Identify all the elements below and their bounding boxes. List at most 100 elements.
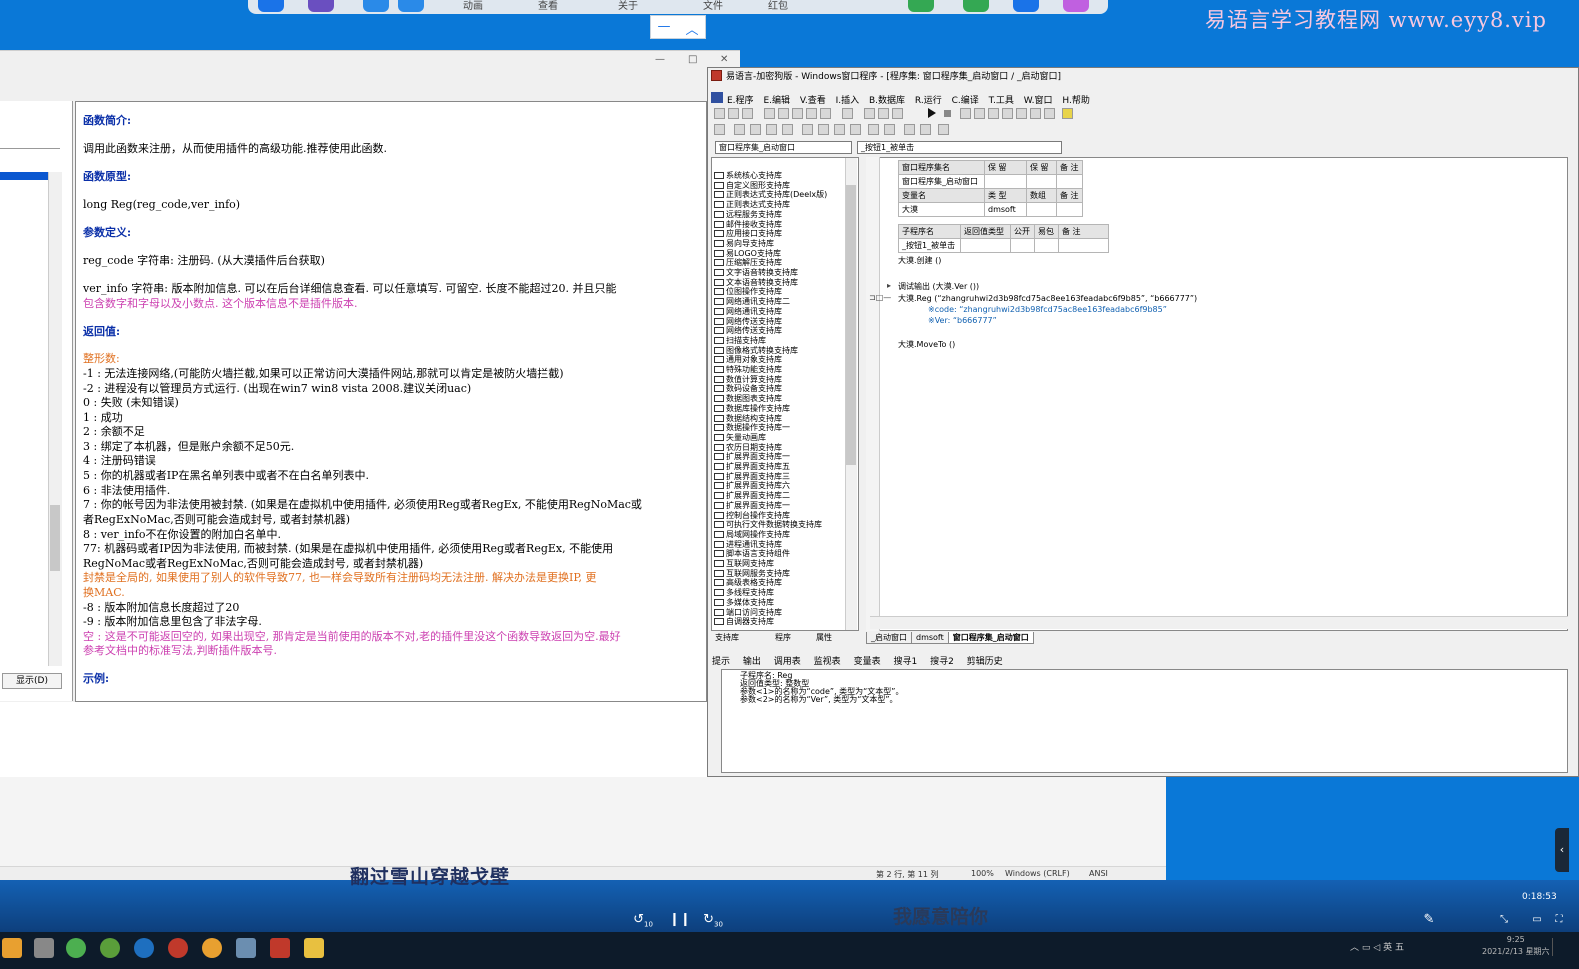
save-icon[interactable]: [742, 108, 753, 119]
library-item[interactable]: 进程通讯支持库: [714, 540, 782, 550]
open-icon[interactable]: [728, 108, 739, 119]
debug-icon[interactable]: [988, 108, 999, 119]
table-cell[interactable]: 窗口程序集_启动窗口: [898, 174, 985, 189]
assembly-combo[interactable]: 窗口程序集_启动窗口: [715, 141, 852, 154]
layout-icon[interactable]: [864, 108, 875, 119]
library-item[interactable]: 网络通讯支持库二: [714, 297, 790, 307]
paste-icon[interactable]: [792, 108, 803, 119]
app-icon[interactable]: [100, 938, 120, 958]
redo-icon[interactable]: [806, 108, 817, 119]
library-item[interactable]: 多线程支持库: [714, 588, 774, 598]
resize-icon[interactable]: ⤡: [1497, 914, 1511, 925]
align-icon[interactable]: [766, 124, 777, 135]
app-icon[interactable]: [236, 938, 256, 958]
tab-call-table[interactable]: 调用表: [774, 657, 801, 667]
toolbar-item[interactable]: 文件: [703, 0, 723, 12]
start-icon[interactable]: [2, 938, 22, 958]
library-item[interactable]: 数据操作支持库一: [714, 423, 790, 433]
align-icon[interactable]: [850, 124, 861, 135]
table-cell[interactable]: [1034, 238, 1059, 253]
table-cell[interactable]: [1056, 174, 1083, 189]
debug-icon[interactable]: [1002, 108, 1013, 119]
expand-icon[interactable]: ▸: [887, 281, 891, 290]
table-cell[interactable]: [984, 174, 1027, 189]
library-item[interactable]: 扫描支持库: [714, 336, 766, 346]
align-icon[interactable]: [920, 124, 931, 135]
minimize-icon[interactable]: —: [651, 19, 677, 34]
library-item[interactable]: 互联网服务支持库: [714, 569, 790, 579]
library-item[interactable]: 应用接口支持库: [714, 229, 782, 239]
fullscreen-icon[interactable]: ⛶: [1552, 914, 1566, 925]
subroutine-combo[interactable]: _按钮1_被单击: [857, 141, 1062, 154]
debug-icon[interactable]: [1016, 108, 1027, 119]
app-icon[interactable]: [66, 938, 86, 958]
new-file-icon[interactable]: [714, 108, 725, 119]
library-item[interactable]: 文字语音转换支持库: [714, 268, 798, 278]
cut-icon[interactable]: [764, 108, 775, 119]
tab-search2[interactable]: 搜寻2: [930, 657, 954, 667]
line-ending[interactable]: Windows (CRLF): [1005, 869, 1070, 878]
align-icon[interactable]: [938, 124, 949, 135]
volume-icon[interactable]: ◁: [1373, 943, 1380, 953]
run-icon[interactable]: [928, 108, 936, 118]
menu-insert[interactable]: I.插入: [836, 96, 860, 106]
library-item[interactable]: 高级表格支持库: [714, 578, 782, 588]
table-cell[interactable]: [1058, 238, 1109, 253]
zoom-level[interactable]: 100%: [971, 869, 994, 878]
chevron-up-icon[interactable]: ︿: [1350, 943, 1359, 953]
library-item[interactable]: 多媒体支持库: [714, 598, 774, 608]
library-item[interactable]: 矢量动画库: [714, 433, 766, 443]
scrollbar-thumb[interactable]: [846, 185, 856, 465]
app-icon[interactable]: [308, 0, 334, 12]
code-line[interactable]: 大漠.创建 (): [898, 255, 941, 266]
menu-tools[interactable]: T.工具: [989, 96, 1014, 106]
output-area[interactable]: [721, 669, 1568, 773]
copy-icon[interactable]: [778, 108, 789, 119]
library-item[interactable]: 网络传送支持库: [714, 326, 782, 336]
tab-assembly[interactable]: 窗口程序集_启动窗口: [947, 632, 1034, 644]
code-horizontal-scrollbar[interactable]: [870, 616, 1568, 629]
topic-list-scrollbar[interactable]: [48, 172, 62, 666]
library-item[interactable]: 局域网操作支持库: [714, 530, 790, 540]
app-icon[interactable]: [1013, 0, 1039, 12]
app-icon[interactable]: [304, 938, 324, 958]
library-item[interactable]: 扩展界面支持库一: [714, 452, 790, 462]
menu-compile[interactable]: C.编译: [952, 96, 979, 106]
menu-database[interactable]: B.数据库: [869, 96, 905, 106]
tab-dmsoft[interactable]: dmsoft: [911, 632, 949, 644]
table-cell[interactable]: _按钮1_被单击: [898, 238, 961, 253]
library-item[interactable]: 网络通讯支持库: [714, 307, 782, 317]
table-cell[interactable]: dmsoft: [984, 202, 1027, 217]
debug-icon[interactable]: [1030, 108, 1041, 119]
chevron-left-icon[interactable]: ‹: [1555, 828, 1569, 872]
undo-icon[interactable]: [820, 108, 831, 119]
align-icon[interactable]: [802, 124, 813, 135]
ime-box[interactable]: 五: [1395, 943, 1404, 953]
maximize-icon[interactable]: □: [688, 54, 697, 65]
record-icon[interactable]: [168, 938, 188, 958]
library-item[interactable]: 农历日期支持库: [714, 443, 782, 453]
toolbar-item[interactable]: 关于: [618, 0, 638, 12]
library-item[interactable]: 位图操作支持库: [714, 287, 782, 297]
align-icon[interactable]: [750, 124, 761, 135]
debug-icon[interactable]: [960, 108, 971, 119]
stop-icon[interactable]: [944, 110, 951, 117]
hand-icon[interactable]: [1044, 108, 1055, 119]
library-item[interactable]: 压缩解压支持库: [714, 258, 782, 268]
table-cell[interactable]: [1026, 174, 1057, 189]
tab-watch-table[interactable]: 监视表: [814, 657, 841, 667]
align-icon[interactable]: [834, 124, 845, 135]
chevron-up-icon[interactable]: ︿: [679, 19, 705, 38]
show-button[interactable]: 显示(D): [2, 673, 62, 689]
library-item[interactable]: 通用对象支持库: [714, 355, 782, 365]
network-icon[interactable]: ▭: [1362, 943, 1371, 953]
tab-output[interactable]: 输出: [743, 657, 761, 667]
code-line[interactable]: 大漠.Reg (“zhangruhwi2d3b98fcd75ac8ee163fe…: [898, 293, 1197, 304]
tab-program[interactable]: 程序: [775, 632, 791, 643]
tab-clip-history[interactable]: 剪辑历史: [967, 657, 1003, 667]
library-item[interactable]: 数值计算支持库: [714, 375, 782, 385]
align-icon[interactable]: [714, 124, 725, 135]
tab-properties[interactable]: 属性: [816, 632, 832, 643]
pause-icon[interactable]: ❙❙: [669, 912, 691, 927]
align-icon[interactable]: [782, 124, 793, 135]
